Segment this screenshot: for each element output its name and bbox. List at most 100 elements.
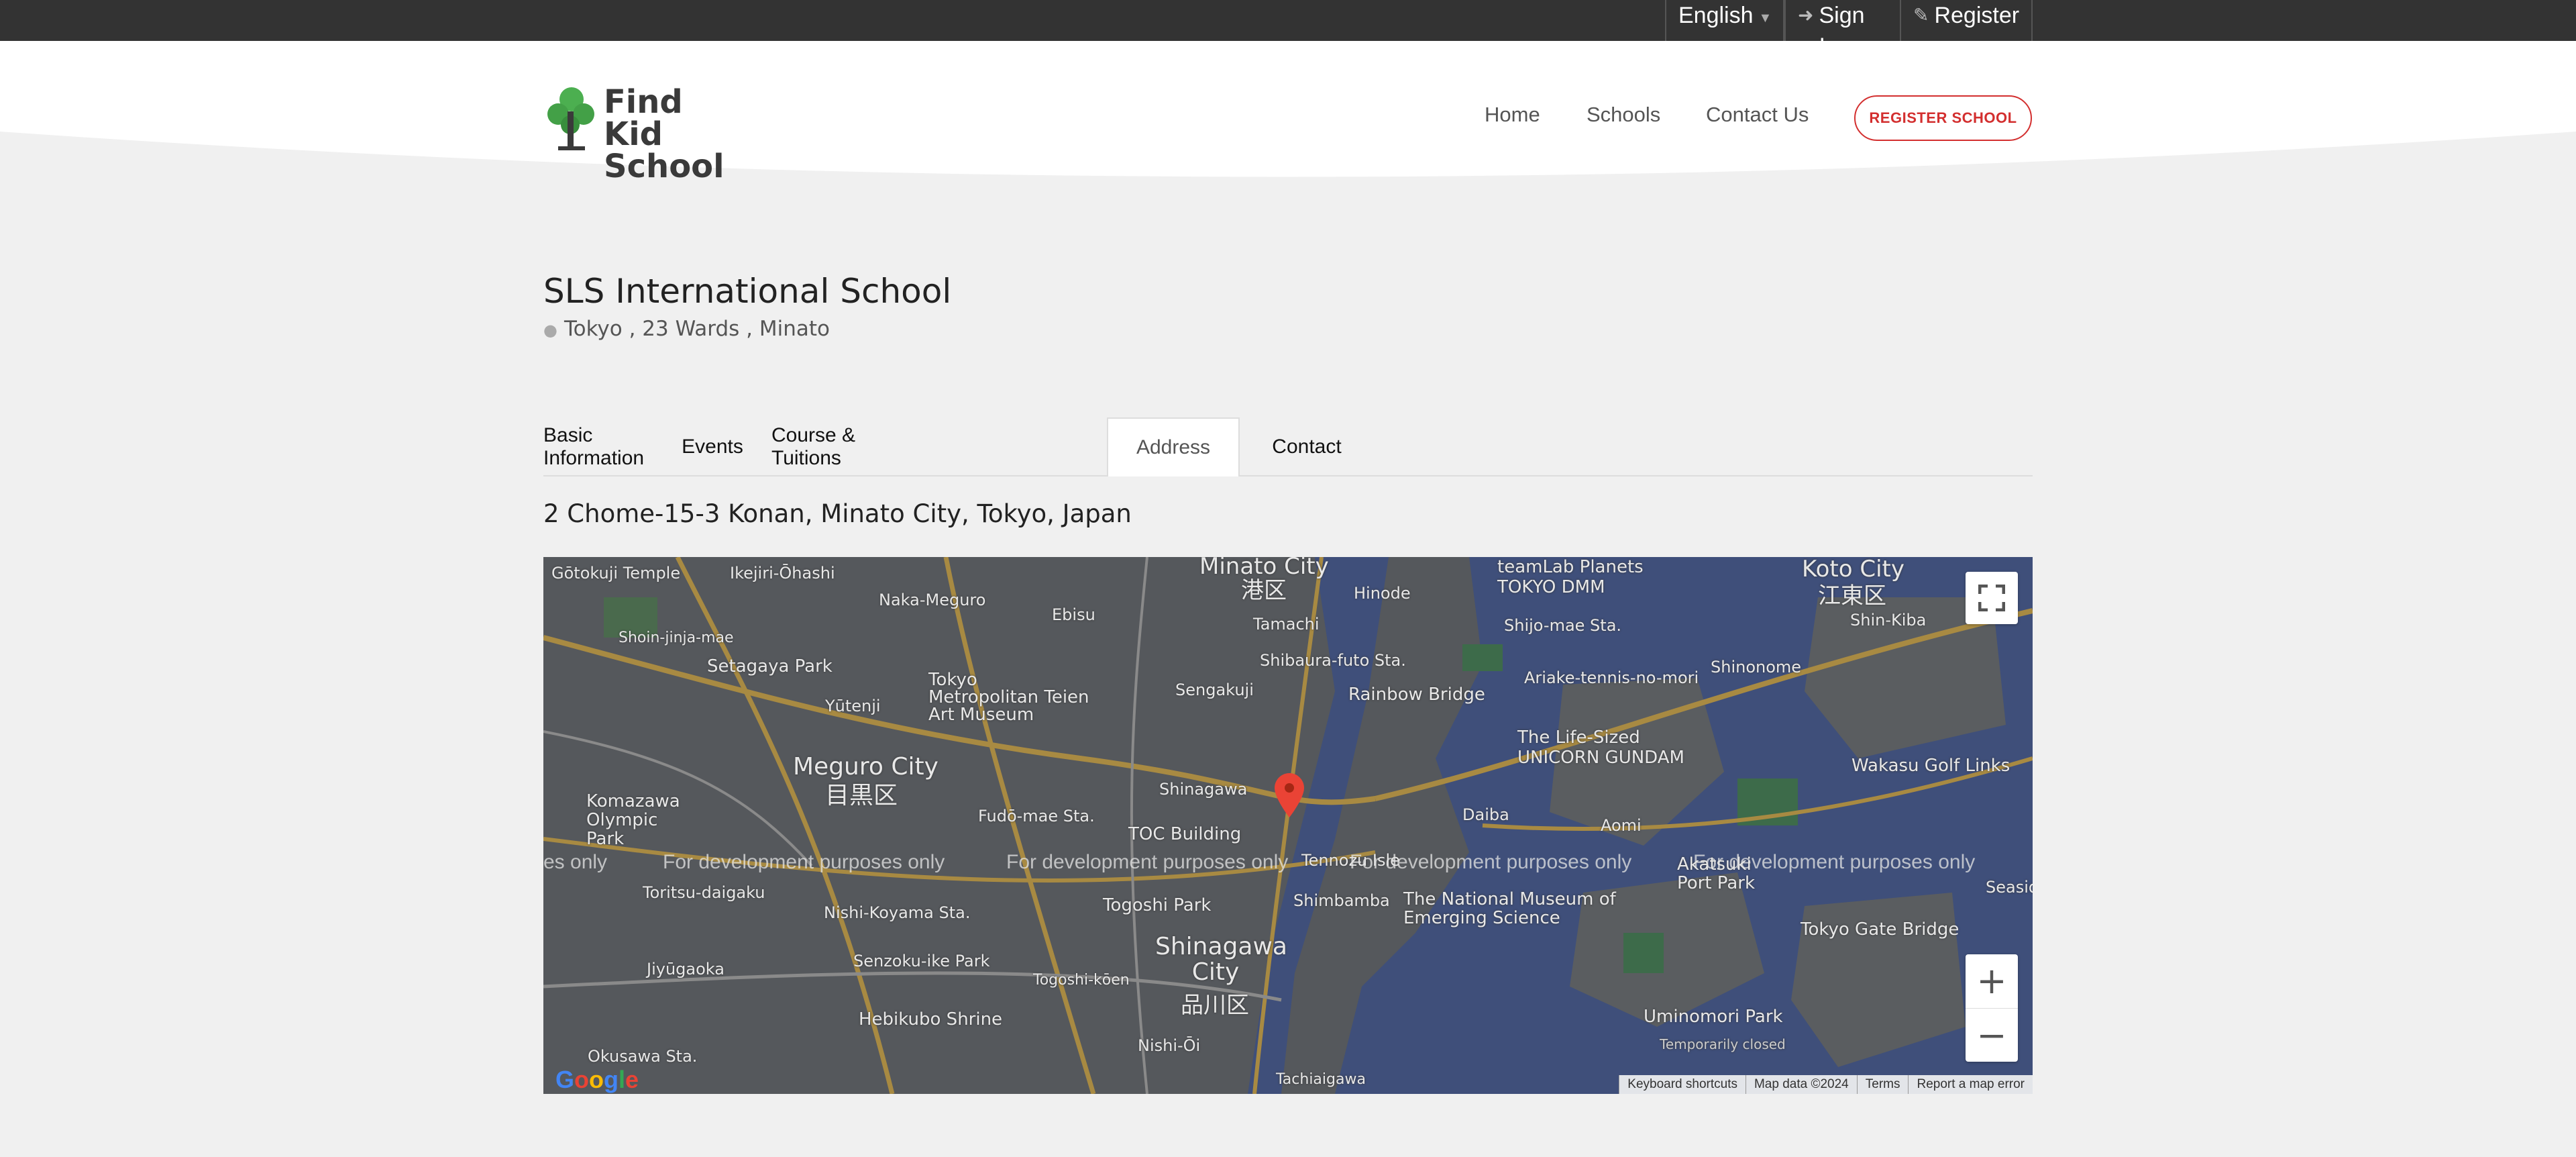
- tab-label: Events: [682, 436, 743, 458]
- register-label: Register: [1934, 3, 2020, 28]
- fullscreen-button[interactable]: [1966, 572, 2018, 624]
- tree-logo-icon: [547, 87, 594, 150]
- tab-label: Contact: [1272, 436, 1342, 458]
- dev-watermark: For development purposes only: [1693, 851, 1976, 873]
- zoom-out-button[interactable]: −: [1966, 1009, 2018, 1062]
- tab-label: Basic Information: [543, 424, 645, 469]
- school-location: ● Tokyo , 23 Wards , Minato: [543, 317, 830, 341]
- map-label-seaside: Seaside P: [1986, 878, 2033, 897]
- map-label-ebisu: Ebisu: [1052, 605, 1095, 624]
- sign-in-link[interactable]: ➜ Sign In: [1784, 0, 1901, 59]
- dev-watermark: For development purposes only: [1350, 851, 1632, 873]
- map-label-meguro-ja: 目黒区: [825, 782, 898, 809]
- map-label-ikejiri: Ikejiri-Ōhashi: [730, 564, 835, 583]
- map-label-rainbow-bridge: Rainbow Bridge: [1348, 685, 1485, 705]
- site-header: Find Kid School Home Schools Contact Us …: [0, 41, 2576, 222]
- edit-icon: ✎: [1913, 5, 1929, 26]
- map-label-teamlab: teamLab Planets TOKYO DMM: [1497, 557, 1644, 597]
- map-label-wakasu: Wakasu Golf Links: [1851, 756, 2010, 776]
- map-label-togoshi-park: Togoshi Park: [1103, 895, 1212, 915]
- map-label-toritsu: Toritsu-daigaku: [643, 883, 765, 902]
- zoom-control: + −: [1966, 954, 2018, 1062]
- nav-contact-us[interactable]: Contact Us: [1706, 103, 1809, 127]
- site-logo[interactable]: Find Kid School: [545, 83, 746, 183]
- map-label-uminomori: Uminomori Park: [1644, 1007, 1783, 1027]
- tab-events[interactable]: Events: [671, 417, 754, 476]
- map-label-gotokuji: Gōtokuji Temple: [551, 564, 681, 583]
- tab-label: Course & Tuitions: [771, 424, 856, 469]
- map-label-yutenji: Yūtenji: [825, 697, 881, 715]
- map-label-jiyugaoka: Jiyūgaoka: [647, 960, 724, 978]
- map-label-tamachi: Tamachi: [1253, 615, 1320, 634]
- map-label-daiba: Daiba: [1462, 805, 1509, 824]
- tab-basic-information[interactable]: Basic Information: [543, 417, 655, 476]
- map-label-temporarily-closed: Temporarily closed: [1660, 1036, 1786, 1052]
- tab-contact[interactable]: Contact: [1240, 417, 1374, 476]
- map-pin-icon: ●: [543, 321, 557, 340]
- map-label-hebikubo: Hebikubo Shrine: [859, 1009, 1003, 1029]
- report-map-error-link[interactable]: Report a map error: [1908, 1075, 2033, 1094]
- map-label-senzoku: Senzoku-ike Park: [853, 952, 990, 970]
- map-label-shimbamba: Shimbamba: [1293, 891, 1390, 910]
- map-data-text: Map data ©2024: [1745, 1075, 1857, 1094]
- map-label-ariake: Ariake-tennis-no-mori: [1524, 668, 1699, 687]
- map-label-shinonome: Shinonome: [1711, 658, 1802, 676]
- map-label-setagaya-park: Setagaya Park: [707, 656, 833, 676]
- map-label-nishi-oi: Nishi-Ōi: [1138, 1036, 1201, 1055]
- dev-watermark: es only: [543, 851, 608, 873]
- map-label-minato-ja: 港区: [1241, 577, 1287, 604]
- top-bar: English ▼ ➜ Sign In ✎ Register: [0, 0, 2576, 59]
- map-label-toc: TOC Building: [1128, 824, 1242, 844]
- tab-address[interactable]: Address: [1107, 417, 1240, 476]
- map-label-museum: The National Museum of Emerging Science: [1403, 889, 1616, 928]
- caret-down-icon: ▼: [1758, 11, 1772, 26]
- keyboard-shortcuts-link[interactable]: Keyboard shortcuts: [1619, 1075, 1746, 1094]
- dev-watermark: For development purposes only: [1006, 851, 1289, 873]
- map-label-okusawa: Okusawa Sta.: [588, 1047, 698, 1066]
- map-attribution: Keyboard shortcuts Map data ©2024 Terms …: [1619, 1075, 2033, 1094]
- map-label-komazawa: Komazawa Olympic Park: [586, 791, 680, 849]
- map-label-shibaura: Shibaura-futo Sta.: [1260, 651, 1406, 670]
- language-selector[interactable]: English ▼: [1665, 0, 1784, 41]
- map-label-shoin: Shoin-jinja-mae: [619, 630, 734, 646]
- google-logo[interactable]: Google: [555, 1066, 639, 1094]
- nav-schools[interactable]: Schools: [1587, 103, 1660, 127]
- map-tiles: [543, 557, 2033, 1094]
- map-label-aomi: Aomi: [1601, 816, 1642, 835]
- logo-text-line2: School: [604, 148, 724, 185]
- zoom-in-button[interactable]: +: [1966, 954, 2018, 1009]
- tab-course-tuitions[interactable]: Course & Tuitions: [771, 417, 910, 476]
- dev-watermark: For development purposes only: [663, 851, 945, 873]
- map-label-koto-ja: 江東区: [1818, 583, 1886, 609]
- map-label-teien: Tokyo Metropolitan Teien Art Museum: [928, 670, 1089, 725]
- header-wave: [0, 41, 2576, 177]
- nav-home[interactable]: Home: [1485, 103, 1540, 127]
- school-location-text: Tokyo , 23 Wards , Minato: [564, 317, 830, 341]
- map-label-shinagawa-ja: 品川区: [1181, 992, 1249, 1019]
- tab-label: Address: [1136, 436, 1211, 458]
- school-tabs: Basic Information Events Course & Tuitio…: [543, 417, 2033, 476]
- google-map[interactable]: Minato City 港区 Koto City 江東区 Meguro City…: [543, 557, 2033, 1094]
- location-marker-icon[interactable]: [1275, 773, 1304, 817]
- map-label-shinagawa-sta: Shinagawa: [1159, 780, 1248, 799]
- map-label-naka-meguro: Naka-Meguro: [879, 591, 986, 609]
- map-label-nishi-koyama: Nishi-Koyama Sta.: [824, 903, 971, 922]
- language-label: English: [1678, 3, 1754, 28]
- school-name: SLS International School: [543, 272, 952, 311]
- fullscreen-icon: [1978, 585, 2005, 611]
- map-label-gundam: The Life-Sized UNICORN GUNDAM: [1517, 727, 1684, 768]
- register-school-button[interactable]: REGISTER SCHOOL: [1854, 95, 2032, 141]
- map-label-shinagawa: Shinagawa City: [1155, 933, 1287, 986]
- logo-text-line1: Find Kid: [604, 83, 683, 153]
- map-label-togoshi-koen: Togoshi-kōen: [1033, 972, 1130, 989]
- register-link[interactable]: ✎ Register: [1900, 0, 2033, 41]
- school-address: 2 Chome-15-3 Konan, Minato City, Tokyo, …: [543, 499, 1132, 528]
- terms-link[interactable]: Terms: [1856, 1075, 1909, 1094]
- map-label-tachiaigawa: Tachiaigawa: [1276, 1071, 1366, 1088]
- map-label-shijo-mae: Shijo-mae Sta.: [1504, 616, 1622, 635]
- map-label-hinode: Hinode: [1354, 584, 1411, 603]
- map-label-fudo-mae: Fudō-mae Sta.: [978, 807, 1095, 825]
- sign-in-icon: ➜: [1798, 5, 1814, 26]
- map-label-sengakuji: Sengakuji: [1175, 681, 1254, 699]
- map-label-tokyo-gate: Tokyo Gate Bridge: [1801, 919, 1960, 940]
